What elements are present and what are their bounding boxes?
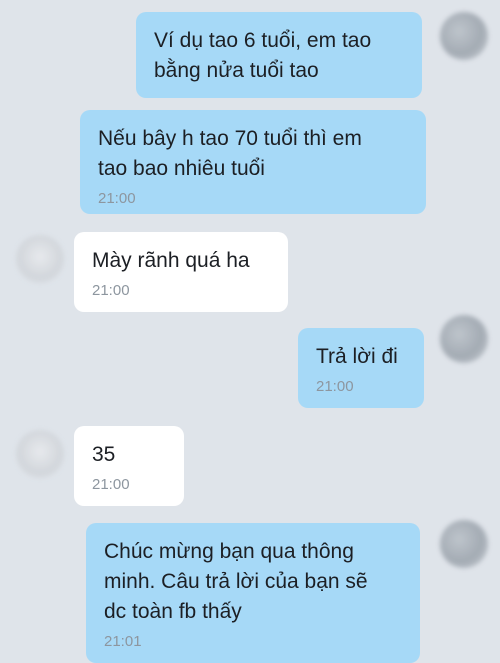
message-text: Mày rãnh quá ha	[92, 249, 250, 272]
message-timestamp: 21:01	[104, 633, 142, 650]
message-text: Trả lời đi	[316, 345, 398, 368]
message-bubble-incoming[interactable]: Mày rãnh quá ha 21:00	[74, 232, 288, 312]
sender-avatar[interactable]	[440, 520, 488, 568]
message-bubble-outgoing[interactable]: Nếu bây h tao 70 tuổi thì em tao bao nhi…	[80, 110, 426, 214]
contact-avatar[interactable]	[16, 430, 64, 478]
message-bubble-incoming[interactable]: 35 21:00	[74, 426, 184, 506]
message-text: Ví dụ tao 6 tuổi, em tao bằng nửa tuổi t…	[154, 29, 372, 82]
message-text: Chúc mừng bạn qua thông minh. Câu trả lờ…	[104, 540, 368, 623]
sender-avatar[interactable]	[440, 12, 488, 60]
message-text: Nếu bây h tao 70 tuổi thì em tao bao nhi…	[98, 127, 362, 180]
message-timestamp: 21:00	[316, 378, 354, 395]
message-timestamp: 21:00	[92, 282, 130, 299]
message-bubble-outgoing[interactable]: Ví dụ tao 6 tuổi, em tao bằng nửa tuổi t…	[136, 12, 422, 98]
message-timestamp: 21:00	[92, 476, 130, 493]
message-bubble-outgoing[interactable]: Trả lời đi 21:00	[298, 328, 424, 408]
contact-avatar[interactable]	[16, 235, 64, 283]
message-text: 35	[92, 443, 116, 466]
message-timestamp: 21:00	[98, 190, 136, 207]
sender-avatar[interactable]	[440, 315, 488, 363]
message-bubble-outgoing[interactable]: Chúc mừng bạn qua thông minh. Câu trả lờ…	[86, 523, 420, 663]
